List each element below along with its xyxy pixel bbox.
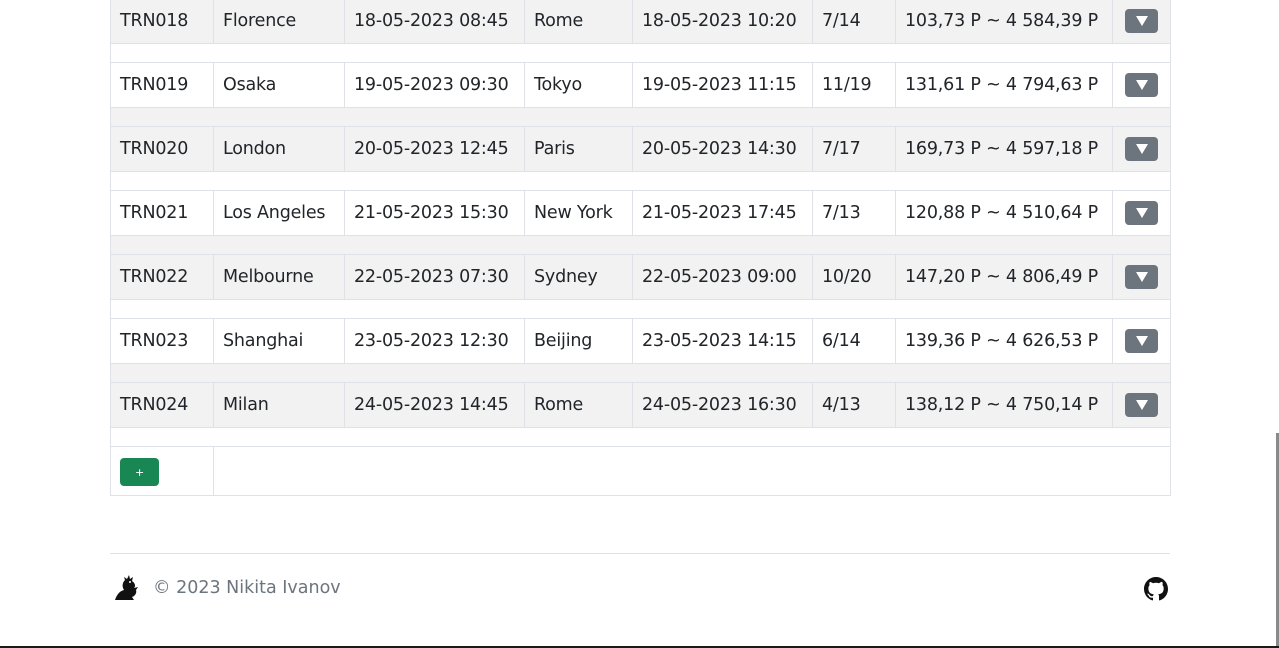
seats-cell: 11/19: [812, 62, 896, 108]
row-actions-cell: [1112, 382, 1171, 428]
chevron-down-icon: [1135, 16, 1148, 26]
arrival-time-cell: 18-05-2023 10:20: [632, 0, 813, 44]
trip-id-cell: TRN020: [110, 126, 214, 172]
chevron-down-icon: [1135, 272, 1148, 282]
destination-cell: Paris: [524, 126, 633, 172]
row-actions-dropdown-button[interactable]: [1125, 137, 1158, 161]
chevron-down-icon: [1135, 80, 1148, 90]
row-actions-dropdown-button[interactable]: [1125, 265, 1158, 289]
price-range-cell: 147,20 P ~ 4 806,49 P: [895, 254, 1113, 300]
row-actions-cell: [1112, 126, 1171, 172]
origin-cell: Osaka: [213, 62, 345, 108]
arrival-time-cell: 24-05-2023 16:30: [632, 382, 813, 428]
table-row: TRN018 Florence 18-05-2023 08:45 Rome 18-05-…: [110, 0, 1171, 44]
table-row: TRN022 Melbourne 22-05-2023 07:30 Sydney 22-…: [110, 254, 1171, 300]
trips-table-container: TRN018 Florence 18-05-2023 08:45 Rome 18-05-…: [110, 0, 1171, 496]
trip-id-cell: TRN023: [110, 318, 214, 364]
seats-cell: 7/14: [812, 0, 896, 44]
row-actions-dropdown-button[interactable]: [1125, 73, 1158, 97]
add-trip-button[interactable]: +: [120, 458, 159, 486]
origin-cell: Florence: [213, 0, 345, 44]
arrival-time-cell: 21-05-2023 17:45: [632, 190, 813, 236]
chevron-down-icon: [1135, 208, 1148, 218]
row-actions-cell: [1112, 62, 1171, 108]
arrival-time-cell: 22-05-2023 09:00: [632, 254, 813, 300]
row-spacer: [110, 107, 1171, 127]
seats-cell: 7/13: [812, 190, 896, 236]
departure-time-cell: 24-05-2023 14:45: [344, 382, 525, 428]
row-actions-cell: [1112, 0, 1171, 44]
price-range-cell: 120,88 P ~ 4 510,64 P: [895, 190, 1113, 236]
github-icon[interactable]: [1144, 577, 1168, 601]
trip-id-cell: TRN021: [110, 190, 214, 236]
row-spacer: [110, 235, 1171, 255]
price-range-cell: 138,12 P ~ 4 750,14 P: [895, 382, 1113, 428]
chevron-down-icon: [1135, 336, 1148, 346]
trip-id-cell: TRN018: [110, 0, 214, 44]
destination-cell: New York: [524, 190, 633, 236]
row-spacer: [110, 171, 1171, 191]
origin-cell: Shanghai: [213, 318, 345, 364]
origin-cell: Melbourne: [213, 254, 345, 300]
row-actions-dropdown-button[interactable]: [1125, 201, 1158, 225]
row-actions-dropdown-button[interactable]: [1125, 329, 1158, 353]
departure-time-cell: 23-05-2023 12:30: [344, 318, 525, 364]
trips-table-body: TRN018 Florence 18-05-2023 08:45 Rome 18-05-…: [110, 0, 1171, 496]
footer-copyright: © 2023 Nikita Ivanov: [153, 578, 341, 598]
seats-cell: 4/13: [812, 382, 896, 428]
origin-cell: Milan: [213, 382, 345, 428]
seats-cell: 6/14: [812, 318, 896, 364]
row-actions-dropdown-button[interactable]: [1125, 9, 1158, 33]
price-range-cell: 103,73 P ~ 4 584,39 P: [895, 0, 1113, 44]
row-spacer: [110, 43, 1171, 63]
destination-cell: Tokyo: [524, 62, 633, 108]
dragon-logo-icon[interactable]: [112, 572, 142, 602]
arrival-time-cell: 23-05-2023 14:15: [632, 318, 813, 364]
price-range-cell: 131,61 P ~ 4 794,63 P: [895, 62, 1113, 108]
chevron-down-icon: [1135, 400, 1148, 410]
add-button-cell: +: [110, 446, 214, 496]
row-actions-cell: [1112, 318, 1171, 364]
departure-time-cell: 19-05-2023 09:30: [344, 62, 525, 108]
table-row: TRN024 Milan 24-05-2023 14:45 Rome 24-05-202…: [110, 382, 1171, 428]
row-spacer: [110, 363, 1171, 383]
arrival-time-cell: 20-05-2023 14:30: [632, 126, 813, 172]
price-range-cell: 139,36 P ~ 4 626,53 P: [895, 318, 1113, 364]
seats-cell: 10/20: [812, 254, 896, 300]
destination-cell: Beijing: [524, 318, 633, 364]
table-row: TRN020 London 20-05-2023 12:45 Paris 20-05-2…: [110, 126, 1171, 172]
chevron-down-icon: [1135, 144, 1148, 154]
destination-cell: Rome: [524, 0, 633, 44]
trip-id-cell: TRN022: [110, 254, 214, 300]
row-actions-cell: [1112, 190, 1171, 236]
row-spacer: [110, 299, 1171, 319]
footer: © 2023 Nikita Ivanov: [110, 553, 1170, 624]
table-row: TRN023 Shanghai 23-05-2023 12:30 Beijing 23-…: [110, 318, 1171, 364]
seats-cell: 7/17: [812, 126, 896, 172]
trip-id-cell: TRN019: [110, 62, 214, 108]
table-row: TRN021 Los Angeles 21-05-2023 15:30 New Yor…: [110, 190, 1171, 236]
trips-table: TRN018 Florence 18-05-2023 08:45 Rome 18-05-…: [110, 0, 1171, 496]
price-range-cell: 169,73 P ~ 4 597,18 P: [895, 126, 1113, 172]
departure-time-cell: 21-05-2023 15:30: [344, 190, 525, 236]
origin-cell: Los Angeles: [213, 190, 345, 236]
departure-time-cell: 20-05-2023 12:45: [344, 126, 525, 172]
departure-time-cell: 18-05-2023 08:45: [344, 0, 525, 44]
trip-id-cell: TRN024: [110, 382, 214, 428]
row-spacer: [110, 427, 1171, 447]
row-actions-cell: [1112, 254, 1171, 300]
row-actions-dropdown-button[interactable]: [1125, 393, 1158, 417]
add-row-empty-cell: [213, 446, 1171, 496]
arrival-time-cell: 19-05-2023 11:15: [632, 62, 813, 108]
origin-cell: London: [213, 126, 345, 172]
add-trip-row: +: [110, 446, 1171, 496]
table-row: TRN019 Osaka 19-05-2023 09:30 Tokyo 19-05-20…: [110, 62, 1171, 108]
destination-cell: Sydney: [524, 254, 633, 300]
destination-cell: Rome: [524, 382, 633, 428]
departure-time-cell: 22-05-2023 07:30: [344, 254, 525, 300]
